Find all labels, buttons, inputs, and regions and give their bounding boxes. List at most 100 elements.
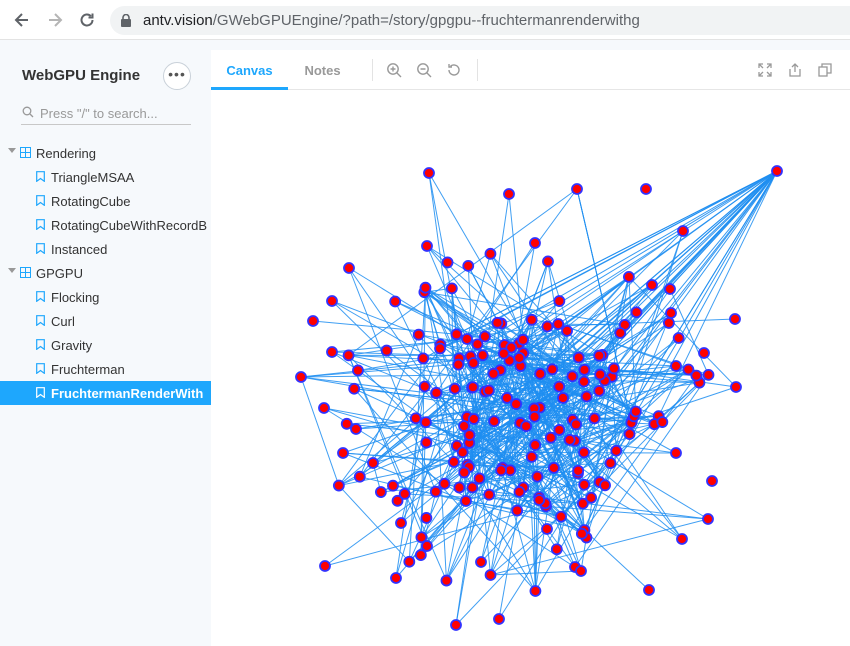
tree-story-item[interactable]: Flocking bbox=[0, 285, 211, 309]
graph-node bbox=[419, 281, 432, 294]
tree-story-item[interactable]: Fruchterman bbox=[0, 357, 211, 381]
reload-icon[interactable] bbox=[77, 10, 97, 30]
fullscreen-icon[interactable] bbox=[757, 62, 773, 78]
graph-node bbox=[664, 283, 676, 295]
tree-group-label: GPGPU bbox=[36, 266, 83, 281]
graph-node bbox=[677, 225, 689, 237]
graph-node bbox=[630, 306, 643, 319]
tab-canvas[interactable]: Canvas bbox=[211, 50, 288, 90]
folder-grid-icon bbox=[20, 267, 31, 278]
graph-node bbox=[307, 315, 319, 327]
graph-node bbox=[414, 549, 427, 561]
graph-node bbox=[593, 384, 606, 397]
graph-node bbox=[326, 295, 338, 307]
graph-node bbox=[662, 317, 675, 329]
graph-node bbox=[495, 464, 507, 477]
bookmark-icon bbox=[36, 171, 45, 182]
search-input[interactable] bbox=[40, 103, 190, 123]
zoom-in-icon[interactable] bbox=[386, 62, 402, 78]
graph-node bbox=[350, 423, 362, 435]
graph-node bbox=[553, 380, 566, 393]
graph-node bbox=[456, 446, 469, 459]
tree-story-label: Flocking bbox=[51, 290, 100, 305]
graph-node bbox=[491, 316, 504, 329]
search-box bbox=[21, 103, 191, 125]
tree-story-item[interactable]: RotatingCubeWithRecordB bbox=[0, 213, 211, 237]
bookmark-icon bbox=[36, 315, 45, 326]
graph-node bbox=[629, 405, 642, 418]
tree-group-gpgpu[interactable]: GPGPU bbox=[0, 261, 211, 285]
tree-story-label: RotatingCube bbox=[51, 194, 131, 209]
tree-story-item[interactable]: Gravity bbox=[0, 333, 211, 357]
graph-node bbox=[353, 470, 366, 483]
graph-node bbox=[513, 351, 526, 364]
tree-story-item[interactable]: RotatingCube bbox=[0, 189, 211, 213]
graph-node bbox=[578, 375, 590, 388]
tree-story-item[interactable]: Instanced bbox=[0, 237, 211, 261]
graph-node bbox=[398, 487, 411, 500]
forward-arrow-icon[interactable] bbox=[45, 10, 65, 30]
graph-node bbox=[367, 457, 379, 469]
bookmark-icon bbox=[36, 195, 45, 206]
reset-zoom-icon[interactable] bbox=[446, 62, 462, 78]
toolbar-divider bbox=[477, 59, 478, 81]
graph-node bbox=[702, 513, 714, 525]
graph-node bbox=[672, 332, 685, 344]
more-menu-button[interactable]: ••• bbox=[163, 62, 191, 90]
graph-node bbox=[295, 371, 307, 383]
graph-node bbox=[467, 413, 480, 425]
graph-node bbox=[418, 380, 431, 393]
graph-node bbox=[434, 342, 446, 355]
bookmark-icon bbox=[36, 219, 45, 230]
graph-canvas[interactable] bbox=[211, 91, 850, 646]
tree-story-item[interactable]: Curl bbox=[0, 309, 211, 333]
graph-node bbox=[552, 318, 565, 330]
graph-node bbox=[483, 488, 496, 501]
tree-group-rendering[interactable]: Rendering bbox=[0, 141, 211, 165]
bookmark-icon bbox=[36, 291, 45, 302]
graph-node bbox=[453, 481, 466, 494]
graph-node bbox=[448, 382, 461, 395]
graph-node bbox=[525, 450, 538, 463]
tab-notes[interactable]: Notes bbox=[288, 50, 357, 90]
tree-story-label: FruchtermanRenderWith bbox=[51, 386, 204, 401]
graph-node bbox=[447, 455, 460, 468]
graph-node bbox=[463, 429, 476, 441]
graph-node bbox=[488, 415, 501, 428]
address-bar[interactable]: antv.vision/GWebGPUEngine/?path=/story/g… bbox=[110, 6, 850, 35]
graph-node bbox=[534, 367, 547, 380]
tree-story-item[interactable]: TriangleMSAA bbox=[0, 165, 211, 189]
graph-node bbox=[348, 382, 361, 395]
graph-node bbox=[387, 479, 399, 492]
graph-node bbox=[643, 584, 655, 596]
graph-node bbox=[541, 320, 554, 333]
share-icon[interactable] bbox=[787, 62, 803, 78]
caret-down-icon bbox=[8, 148, 16, 153]
bookmark-icon bbox=[36, 387, 45, 398]
graph-node bbox=[473, 472, 486, 485]
tree-group-label: Rendering bbox=[36, 146, 96, 161]
tree-story-item[interactable]: FruchtermanRenderWith bbox=[0, 381, 211, 405]
graph-node bbox=[646, 279, 658, 291]
graph-node bbox=[531, 470, 544, 483]
copy-icon[interactable] bbox=[817, 62, 833, 78]
graph-node bbox=[342, 349, 355, 362]
graph-node bbox=[670, 360, 682, 372]
graph-node bbox=[326, 346, 338, 358]
graph-node bbox=[656, 416, 669, 428]
graph-node bbox=[462, 259, 475, 272]
graph-node bbox=[389, 295, 402, 308]
zoom-out-icon[interactable] bbox=[416, 62, 432, 78]
graph-node bbox=[571, 183, 583, 195]
graph-node bbox=[458, 466, 471, 479]
graph-node bbox=[578, 478, 591, 491]
graph-node bbox=[610, 444, 623, 457]
graph-node bbox=[450, 328, 463, 341]
graph-edge bbox=[300, 376, 340, 486]
sidebar: WebGPU Engine ••• Rendering TriangleMSAA R… bbox=[0, 41, 211, 646]
preview-panel: Canvas Notes bbox=[211, 50, 850, 646]
graph-node bbox=[450, 619, 462, 631]
graph-node bbox=[553, 295, 566, 307]
graph-node bbox=[420, 512, 433, 524]
back-arrow-icon[interactable] bbox=[12, 10, 32, 30]
